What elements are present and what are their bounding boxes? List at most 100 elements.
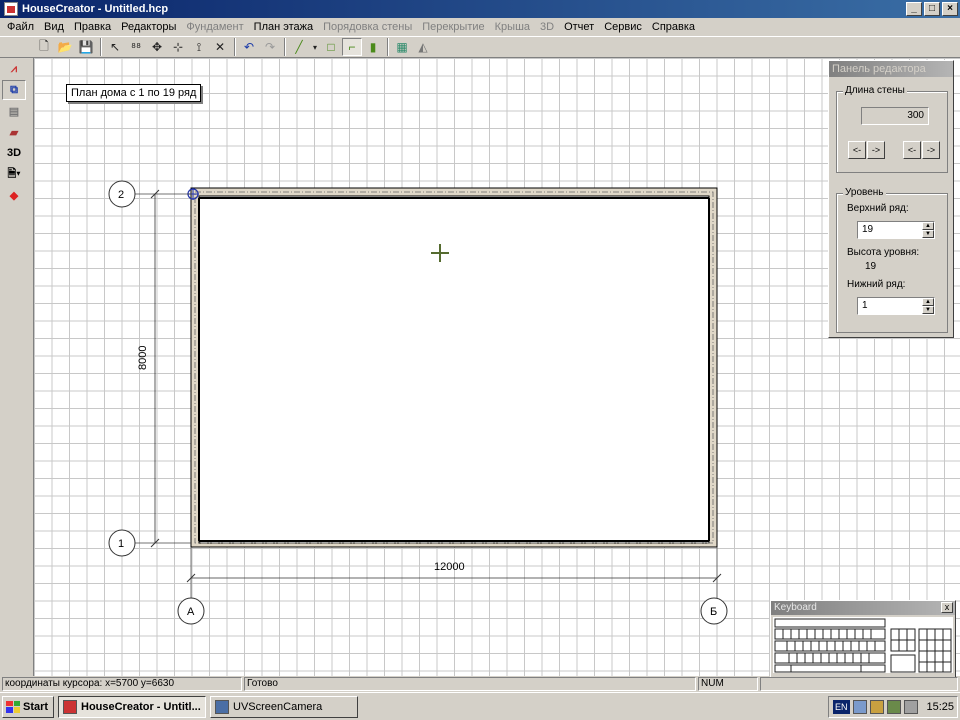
dimension-height-label: 8000 — [137, 346, 149, 370]
monitor-tray-icon[interactable] — [903, 700, 918, 714]
axis-col-b-label: Б — [710, 606, 717, 618]
bottom-row-spinner[interactable]: 1 ▲ ▼ — [857, 297, 935, 315]
maximize-button[interactable]: □ — [924, 2, 940, 16]
save-icon[interactable]: 💾 — [76, 38, 96, 56]
menu-view[interactable]: Вид — [39, 21, 69, 33]
grid-icon[interactable]: ▦ — [392, 38, 412, 56]
eraser-icon[interactable]: ◆ — [2, 185, 26, 205]
bottom-row-value: 1 — [862, 300, 868, 311]
minimize-button[interactable]: _ — [906, 2, 922, 16]
camera-tray-icon[interactable] — [886, 700, 901, 714]
uvscreencamera-app-icon — [215, 699, 229, 714]
windows-logo-icon — [6, 700, 20, 713]
spin-down-icon[interactable]: ▼ — [922, 230, 934, 238]
draw-wall-icon[interactable]: ╱ — [289, 38, 309, 56]
menu-roof[interactable]: Крыша — [490, 21, 535, 33]
menu-wall-order[interactable]: Порядовка стены — [318, 21, 417, 33]
keyboard-window-title[interactable]: Keyboard x — [771, 601, 955, 615]
top-row-spinner[interactable]: 19 ▲ ▼ — [857, 221, 935, 239]
wall-outline-inner — [198, 195, 710, 544]
plan-canvas[interactable]: План дома с 1 по 19 ряд 8000 12000 2 1 А… — [34, 58, 960, 676]
join-icon[interactable]: ⟟ — [189, 38, 209, 56]
report-icon[interactable]: 🗎▾ — [2, 164, 26, 184]
menu-service[interactable]: Сервис — [599, 21, 647, 33]
left-toolbar: ⩘ ⧉ ▤ ▰ 3D 🗎▾ ◆ — [0, 58, 34, 676]
editor-panel-title[interactable]: Панель редактора — [829, 61, 953, 77]
toolbar-separator — [100, 38, 102, 56]
delete-icon[interactable]: ✕ — [210, 38, 230, 56]
wall-length-group: Длина стены — [836, 85, 948, 173]
menu-help[interactable]: Справка — [647, 21, 700, 33]
measure-icon[interactable]: ⁸⁸ — [126, 38, 146, 56]
floor-plan-editor-icon[interactable]: ⧉ — [2, 80, 26, 100]
split-icon[interactable]: ⊹ — [168, 38, 188, 56]
toolbar-separator — [234, 38, 236, 56]
toolbar-separator — [387, 38, 389, 56]
language-indicator[interactable]: EN — [833, 700, 850, 714]
axis-col-a-label: А — [187, 606, 195, 618]
start-button[interactable]: Start — [2, 695, 54, 718]
undo-icon[interactable]: ↶ — [239, 38, 259, 56]
select-pointer-icon[interactable]: ↖ — [105, 38, 125, 56]
network-icon[interactable] — [852, 700, 867, 714]
rectangle-tool-icon[interactable]: □ — [321, 38, 341, 56]
wall-length-label: Длина стены — [843, 85, 907, 96]
wall-next-right-button[interactable]: -> — [922, 141, 940, 159]
floor-plan-drawing: 8000 12000 2 1 А Б — [108, 180, 728, 625]
task-uvscreencamera[interactable]: UVScreenCamera — [210, 695, 358, 718]
spin-up-icon[interactable]: ▲ — [922, 222, 934, 230]
view-3d-button[interactable]: 3D — [2, 143, 26, 163]
housecreator-app-icon — [63, 699, 77, 714]
corner-tool-icon[interactable]: ⌐ — [342, 38, 362, 56]
level-height-value: 19 — [865, 261, 877, 272]
foundation-editor-icon[interactable]: ⩘ — [2, 59, 26, 79]
window-title: HouseCreator - Untitled.hcp — [22, 3, 169, 15]
status-empty-pane — [760, 677, 958, 691]
menu-floor-plan[interactable]: План этажа — [249, 21, 318, 33]
spin-up-icon[interactable]: ▲ — [922, 298, 934, 306]
menu-edit[interactable]: Правка — [69, 21, 116, 33]
taskbar: Start HouseCreator - Untitl... UVScreenC… — [0, 692, 960, 720]
wall-order-editor-icon[interactable]: ▤ — [2, 101, 26, 121]
keyboard-title-text: Keyboard — [774, 602, 817, 613]
move-icon[interactable]: ✥ — [147, 38, 167, 56]
keyboard-window: Keyboard x — [770, 600, 956, 678]
level-label: Уровень — [843, 187, 886, 198]
keyboard-close-button[interactable]: x — [941, 602, 953, 613]
menu-report[interactable]: Отчет — [559, 21, 599, 33]
task-uvscreencamera-label: UVScreenCamera — [233, 700, 323, 713]
menu-slab[interactable]: Перекрытие — [417, 21, 489, 33]
top-row-label: Верхний ряд: — [847, 203, 909, 214]
axis-row-2-label: 2 — [118, 189, 124, 201]
wall-prev-right-button[interactable]: -> — [867, 141, 885, 159]
menu-foundation[interactable]: Фундамент — [181, 21, 248, 33]
slab-editor-icon[interactable]: ▰ — [2, 122, 26, 142]
close-button[interactable]: × — [942, 2, 958, 16]
menu-3d[interactable]: 3D — [535, 21, 559, 33]
axis-row-1-label: 1 — [118, 538, 124, 550]
redo-icon[interactable]: ↷ — [260, 38, 280, 56]
spin-down-icon[interactable]: ▼ — [922, 306, 934, 314]
level-height-label: Высота уровня: — [847, 247, 920, 258]
status-text: Готово — [244, 677, 696, 691]
menu-editors[interactable]: Редакторы — [116, 21, 181, 33]
num-lock-indicator: NUM — [698, 677, 758, 691]
wall-next-left-button[interactable]: <- — [903, 141, 921, 159]
status-bar: координаты курсора: x=5700 y=6630 Готово… — [0, 676, 960, 692]
wall-prev-left-button[interactable]: <- — [848, 141, 866, 159]
keyboard-icon[interactable] — [771, 615, 955, 675]
roof-slope-icon[interactable]: ◭ — [413, 38, 433, 56]
menu-bar: Файл Вид Правка Редакторы Фундамент План… — [0, 18, 960, 36]
open-folder-icon[interactable]: 📂 — [55, 38, 75, 56]
cursor-coords: координаты курсора: x=5700 y=6630 — [2, 677, 242, 691]
menu-file[interactable]: Файл — [2, 21, 39, 33]
wall-length-field: 300 — [861, 107, 929, 125]
new-file-icon[interactable]: 🗋 — [34, 38, 54, 56]
dropdown-arrow-icon[interactable]: ▾ — [310, 38, 320, 56]
bottom-row-label: Нижний ряд: — [847, 279, 906, 290]
dimension-width-label: 12000 — [434, 561, 465, 573]
clock[interactable]: 15:25 — [927, 701, 955, 713]
speaker-icon[interactable] — [869, 700, 884, 714]
vertical-wall-icon[interactable]: ▮ — [363, 38, 383, 56]
task-housecreator[interactable]: HouseCreator - Untitl... — [58, 695, 206, 718]
